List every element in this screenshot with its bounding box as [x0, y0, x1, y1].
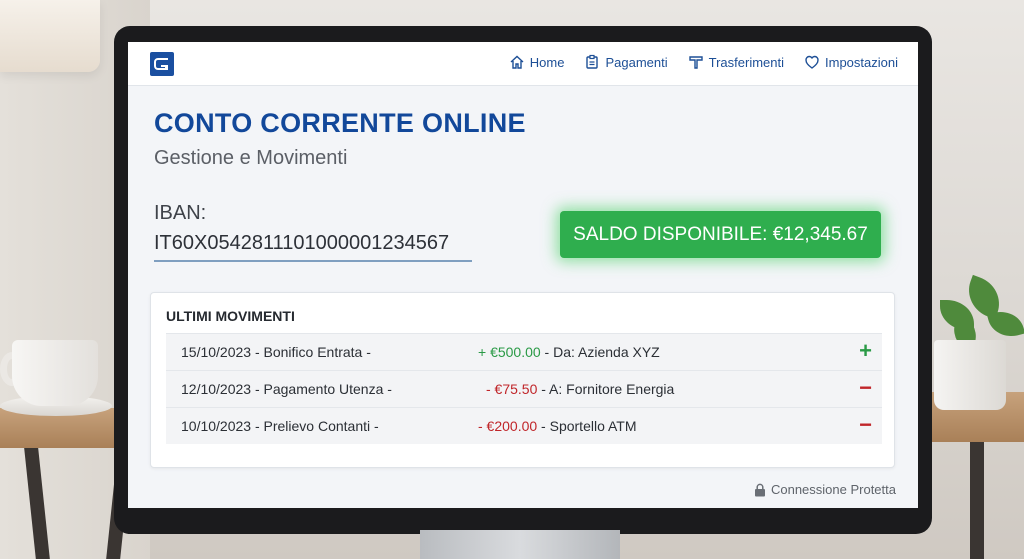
plus-icon: +: [859, 338, 872, 363]
iban-label: IBAN:: [154, 202, 207, 224]
movements-list: 15/10/2023 - Bonifico Entrata - + €500.0…: [166, 333, 882, 444]
nav-home-label: Home: [529, 54, 565, 70]
movement-detail: - Sportello ATM: [537, 418, 637, 434]
movement-amount: - €75.50: [486, 381, 538, 397]
movement-desc: 15/10/2023 - Bonifico Entrata -: [181, 344, 371, 360]
movement-amount-group: - €200.00 - Sportello ATM: [478, 418, 637, 434]
movement-amount: + €500.00: [478, 344, 541, 360]
movement-amount-group: - €75.50 - A: Fornitore Energia: [486, 381, 674, 397]
home-icon: [510, 55, 524, 69]
movements-card: ULTIMI MOVIMENTI 15/10/2023 - Bonifico E…: [150, 292, 895, 468]
banking-screen: Home Pagamenti Trasferimenti Impostazion…: [128, 42, 918, 508]
plant-pot: [934, 340, 1006, 410]
movement-detail: - A: Fornitore Energia: [537, 381, 675, 397]
monitor-stand: [420, 530, 620, 559]
secure-label: Connessione Protetta: [770, 482, 896, 497]
movement-desc: 10/10/2023 - Prelievo Contanti -: [181, 418, 379, 434]
nav-home[interactable]: Home: [509, 54, 565, 70]
nav-links: Home Pagamenti Trasferimenti Impostazion…: [509, 54, 898, 70]
nav-pagamenti[interactable]: Pagamenti: [584, 54, 668, 70]
nav-impostazioni-label: Impostazioni: [825, 54, 898, 70]
page-subtitle: Gestione e Movimenti: [154, 147, 348, 169]
movement-row[interactable]: 12/10/2023 - Pagamento Utenza - - €75.50…: [166, 370, 882, 407]
minus-icon: −: [859, 375, 872, 400]
bank-logo[interactable]: [150, 52, 174, 76]
page-title: CONTO CORRENTE ONLINE: [154, 108, 526, 138]
lamp: [0, 0, 100, 72]
clipboard-icon: [586, 54, 599, 69]
movements-title: ULTIMI MOVIMENTI: [166, 308, 295, 324]
movement-desc: 12/10/2023 - Pagamento Utenza -: [181, 381, 392, 397]
movement-detail: - Da: Azienda XYZ: [540, 344, 660, 360]
movement-row[interactable]: 10/10/2023 - Prelievo Contanti - - €200.…: [166, 407, 882, 444]
transfer-icon: [688, 56, 703, 69]
iban-field[interactable]: IT60X0542811101000001234567: [154, 232, 472, 262]
table-leg: [970, 442, 984, 559]
coffee-cup: [12, 340, 98, 406]
nav-trasferimenti-label: Trasferimenti: [708, 54, 785, 70]
movement-row[interactable]: 15/10/2023 - Bonifico Entrata - + €500.0…: [166, 333, 882, 370]
secure-connection: Connessione Protetta: [754, 482, 896, 497]
shield-icon: [805, 55, 819, 69]
nav-impostazioni[interactable]: Impostazioni: [804, 54, 898, 70]
minus-icon: −: [859, 412, 872, 437]
nav-trasferimenti[interactable]: Trasferimenti: [688, 54, 784, 70]
balance-badge: SALDO DISPONIBILE: €12,345.67: [560, 211, 881, 258]
top-nav: Home Pagamenti Trasferimenti Impostazion…: [128, 42, 918, 86]
nav-pagamenti-label: Pagamenti: [605, 54, 668, 70]
lock-icon: [754, 483, 765, 496]
movement-amount-group: + €500.00 - Da: Azienda XYZ: [478, 344, 660, 360]
balance-text: SALDO DISPONIBILE: €12,345.67: [573, 223, 868, 245]
movement-amount: - €200.00: [478, 418, 538, 434]
